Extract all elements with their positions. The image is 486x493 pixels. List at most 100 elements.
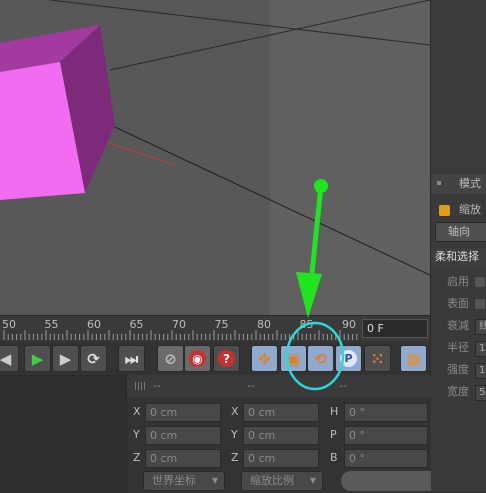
soft-selection-prop[interactable]: 表面 [431,294,486,314]
header-col-3: -- [339,379,347,392]
object-row[interactable]: 缩放 [431,200,486,220]
autokey-icon: ◉ [189,350,206,367]
coord-value-field[interactable]: 0 cm [243,426,319,445]
current-frame-field[interactable]: 0 F [362,319,428,338]
mode-tab-label: 模式 [459,177,481,190]
go-next-frame-button[interactable]: ▶ [52,345,79,372]
scale-mode-dropdown[interactable]: 缩放比例 ▼ [241,471,323,491]
coord-axis-label: B [330,451,338,464]
scale-key-button[interactable]: ▣ [280,345,307,372]
param-key-button[interactable]: P [335,345,362,372]
loop-icon: ⟳ [87,349,100,368]
go-to-end-icon: ⏭ [124,349,139,368]
chevron-down-icon: ▼ [211,476,218,485]
object-label: 缩放 [459,203,481,216]
play-button[interactable]: ▶ [24,345,51,372]
tick-label: 80 [257,318,271,331]
coord-value-field[interactable]: 0 ° [344,449,428,468]
coordinate-system-value: 世界坐标 [152,474,196,487]
soft-selection-prop[interactable]: 宽度 5 [431,382,486,402]
object-manager-area [431,0,486,168]
grip-icon [135,382,145,390]
coord-value-field[interactable]: 0 cm [243,403,319,422]
prop-field[interactable]: 5 [475,385,486,401]
move-button[interactable]: ✥ [251,345,278,372]
go-to-end-button[interactable]: ⏭ [118,345,145,372]
tick-label: 75 [214,318,229,331]
prop-label: 衰减 [447,319,469,332]
material-manager-area [0,375,126,493]
tick-label: 65 [129,318,144,331]
param-key-icon: P [340,350,357,367]
help-icon: ? [218,350,235,367]
tick-label: 90 [342,318,356,331]
mode-tab[interactable]: 模式 [431,174,486,194]
soft-selection-prop[interactable]: 启用 [431,272,486,292]
record-key-icon: ⊘ [164,349,177,368]
apply-button[interactable] [341,471,431,491]
prop-field[interactable]: 1 [475,341,486,357]
film-icon: ▦ [406,349,421,368]
scale-tool-icon [439,205,450,216]
header-col-1: -- [153,379,161,392]
3d-viewport[interactable] [0,0,430,315]
tick-label: 70 [172,318,186,331]
coord-axis-label: P [330,428,337,441]
help-button[interactable]: ? [213,345,240,372]
coordinates-header: -- -- -- [127,375,431,397]
tick-label: 55 [44,318,59,331]
move-icon: ✥ [258,349,271,368]
point-grid-button[interactable]: ⁙ [364,345,391,372]
tick-label: 85 [299,318,314,331]
attribute-manager-panel: 模式 缩放 轴向 柔和选择 启用 表面 衰减线半径 1 强度 1 宽度 5 [430,0,486,492]
record-key-button[interactable]: ⊘ [157,345,184,372]
soft-selection-prop[interactable]: 半径 1 [431,338,486,358]
coord-value-field[interactable]: 0 ° [344,403,428,422]
coord-value-field[interactable]: 0 ° [344,426,428,445]
tick-label: 60 [87,318,101,331]
autokey-button[interactable]: ◉ [184,345,211,372]
go-previous-frame-button[interactable]: ◀ [0,345,19,372]
coordinates-manager: -- -- -- X 0 cm X 0 cm H 0 ° Y 0 cm Y 0 cm P 0 ° Z 0 … [126,375,431,492]
coord-axis-label: H [330,405,339,418]
go-previous-frame-icon: ◀ [0,349,12,368]
animation-toolbar: ◀ ▶ ▶ ⟳ ⏭ ⊘ ◉? ✥ ▣ ⟲ P ⁙ ▦ [0,341,430,375]
axis-tab-button[interactable]: 轴向 [435,222,486,242]
coord-value-field[interactable]: 0 cm [145,403,221,422]
coord-axis-label: Z [133,451,141,464]
viewport-shade [270,0,430,315]
film-button[interactable]: ▦ [400,345,427,372]
coord-value-field[interactable]: 0 cm [145,449,221,468]
coord-axis-label: X [133,405,141,418]
prop-checkbox[interactable] [475,299,485,309]
prop-label: 启用 [447,275,469,288]
x-axis-line [99,139,176,166]
coord-value-field[interactable]: 0 cm [243,449,319,468]
prop-field[interactable]: 线 [475,319,486,335]
timeline-ruler[interactable]: 50 55 60 65 70 75 80 85 90 0 F [0,315,430,342]
point-grid-icon: ⁙ [371,349,384,368]
coord-axis-label: Y [231,428,238,441]
prop-field[interactable]: 1 [475,363,486,379]
rotate-key-icon: ⟲ [314,349,327,368]
rotate-key-button[interactable]: ⟲ [307,345,334,372]
soft-selection-prop[interactable]: 衰减线 [431,316,486,336]
play-icon: ▶ [31,349,44,368]
go-next-frame-icon: ▶ [59,349,72,368]
loop-button[interactable]: ⟳ [80,345,107,372]
prop-label: 强度 [447,363,469,376]
tick-label: 50 [2,318,16,331]
header-col-2: -- [247,379,255,392]
coord-axis-label: X [231,405,239,418]
coord-axis-label: Y [133,428,140,441]
chevron-down-icon: ▼ [309,476,316,485]
scale-key-icon: ▣ [286,349,301,368]
coord-value-field[interactable]: 0 cm [145,426,221,445]
prop-label: 表面 [447,297,469,310]
prop-label: 宽度 [447,385,469,398]
soft-selection-prop[interactable]: 强度 1 [431,360,486,380]
coordinate-system-dropdown[interactable]: 世界坐标 ▼ [143,471,225,491]
prop-label: 半径 [447,341,469,354]
prop-checkbox[interactable] [475,277,485,287]
viewport-scene [0,0,430,315]
